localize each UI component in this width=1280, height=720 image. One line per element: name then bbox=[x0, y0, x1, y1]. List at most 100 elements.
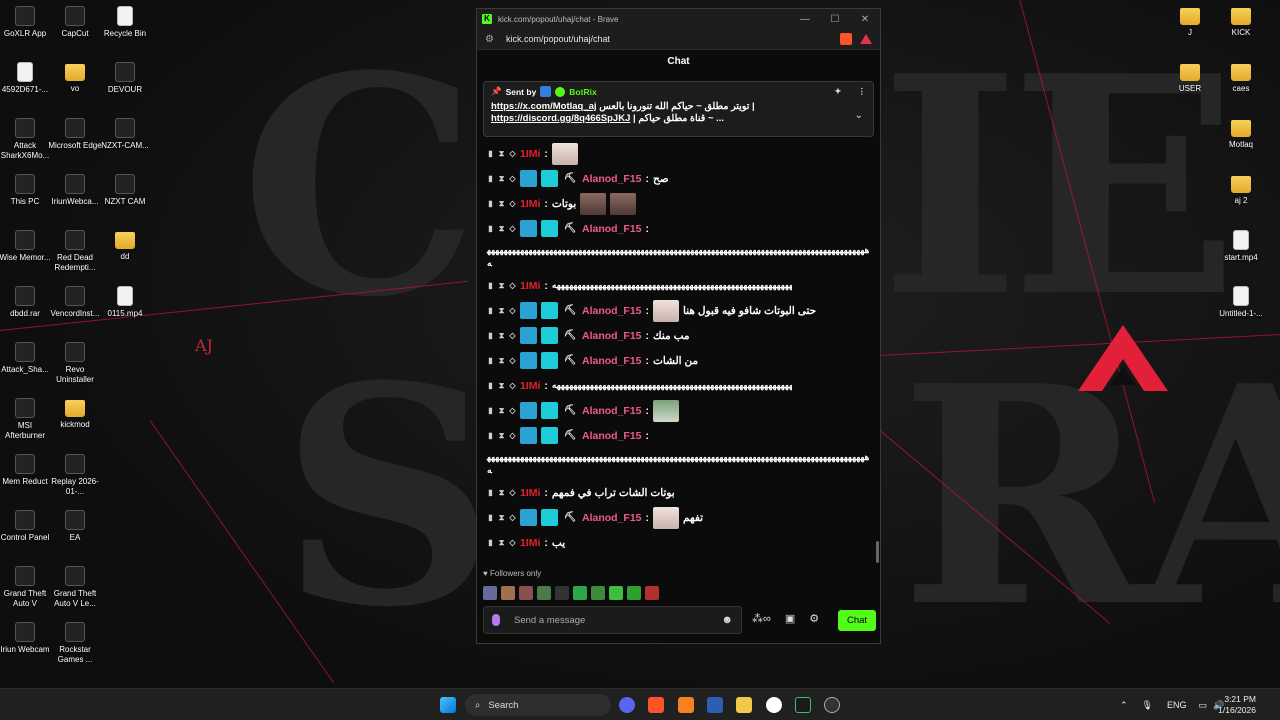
pinned-link-discord[interactable]: https://discord.gg/8q466SpJKJ bbox=[491, 113, 630, 124]
app-icon[interactable] bbox=[824, 697, 840, 713]
chat-username[interactable]: Alanod_F15 bbox=[582, 512, 642, 524]
emote-icon[interactable] bbox=[645, 586, 659, 600]
desktop-icon[interactable]: KICK bbox=[1214, 6, 1268, 38]
chat-username[interactable]: Alanod_F15 bbox=[582, 355, 642, 367]
chevron-up-icon[interactable]: ⌃ bbox=[1120, 700, 1128, 711]
start-icon[interactable] bbox=[440, 697, 456, 713]
emoji-icon[interactable]: ☻ bbox=[721, 614, 733, 626]
pinned-message[interactable]: 📌 Sent by BotRix ✦ ⋮ https://x.com/Motla… bbox=[483, 81, 874, 137]
desktop-icon[interactable]: Grand Theft Auto V Le... bbox=[48, 566, 102, 608]
desktop-icon[interactable]: vo bbox=[48, 62, 102, 94]
desktop-icon[interactable]: Wise Memor... bbox=[0, 230, 52, 263]
file-explorer-icon[interactable] bbox=[736, 697, 752, 713]
chat-message[interactable]: ▮ ⧗ ◇ ⛏ Alanod_F15: bbox=[487, 398, 870, 423]
chat-message[interactable]: ▮ ⧗ ◇ 1IMi: يب bbox=[487, 530, 870, 555]
close-button[interactable]: ✕ bbox=[850, 14, 880, 25]
chat-username[interactable]: 1IMi bbox=[520, 487, 540, 499]
chat-username[interactable]: 1IMi bbox=[520, 148, 540, 160]
emote-icon[interactable] bbox=[591, 586, 605, 600]
brave-icon[interactable] bbox=[648, 697, 664, 713]
microphone-icon[interactable] bbox=[492, 614, 500, 626]
more-options-icon[interactable]: ⋮ bbox=[858, 86, 867, 97]
desktop-icon[interactable]: 0115.mp4 bbox=[98, 286, 152, 319]
chat-username[interactable]: 1IMi bbox=[520, 380, 540, 392]
unpin-icon[interactable]: ✦ bbox=[834, 86, 841, 97]
chat-message[interactable]: ▮ ⧗ ◇ 1IMi: هههههههههههههههههههههههههههههههه… bbox=[487, 273, 870, 298]
desktop-icon[interactable]: USER bbox=[1163, 62, 1217, 94]
send-chat-button[interactable]: Chat bbox=[838, 610, 876, 631]
chat-username[interactable]: Alanod_F15 bbox=[582, 430, 642, 442]
chat-message[interactable]: ▮ ⧗ ◇ ⛏ Alanod_F15: من الشات bbox=[487, 348, 870, 373]
chat-message[interactable]: ▮ ⧗ ◇ 1IMi: bbox=[487, 141, 870, 166]
gift-icon[interactable]: ▣ bbox=[785, 612, 795, 625]
chat-message[interactable]: ▮ ⧗ ◇ ⛏ Alanod_F15: حتى البوتات شافو فيه قبول… bbox=[487, 298, 870, 323]
emote-icon[interactable] bbox=[501, 586, 515, 600]
desktop-icon[interactable]: NZXT CAM bbox=[98, 174, 152, 207]
desktop-icon[interactable]: dd bbox=[98, 230, 152, 262]
desktop-icon[interactable]: aj 2 bbox=[1214, 174, 1268, 206]
desktop-icon[interactable]: This PC bbox=[0, 174, 52, 207]
chat-message[interactable]: ▮ ⧗ ◇ ⛏ Alanod_F15: صح bbox=[487, 166, 870, 191]
desktop-icon[interactable]: Untitled-1-... bbox=[1214, 286, 1268, 319]
desktop-icon[interactable]: VencordInst... bbox=[48, 286, 102, 319]
goxlr-icon[interactable] bbox=[795, 697, 811, 713]
desktop-icon[interactable]: Motlaq bbox=[1214, 118, 1268, 150]
emote-icon[interactable] bbox=[519, 586, 533, 600]
desktop-icon[interactable]: IriunWebca... bbox=[48, 174, 102, 207]
app-icon[interactable] bbox=[678, 697, 694, 713]
desktop-icon[interactable]: J bbox=[1163, 6, 1217, 38]
app-icon[interactable] bbox=[707, 697, 723, 713]
chat-message[interactable]: ▮ ⧗ ◇ ⛏ Alanod_F15: تفهم bbox=[487, 505, 870, 530]
chat-username[interactable]: 1IMi bbox=[520, 280, 540, 292]
chevron-down-icon[interactable]: ⌄ bbox=[855, 110, 863, 121]
desktop-icon[interactable]: Revo Uninstaller bbox=[48, 342, 102, 384]
emote-icon[interactable] bbox=[483, 586, 497, 600]
iriun-icon[interactable] bbox=[766, 697, 782, 713]
message-placeholder[interactable]: Send a message bbox=[514, 615, 585, 626]
minimize-button[interactable]: — bbox=[790, 14, 820, 25]
scrollbar[interactable] bbox=[876, 541, 879, 563]
url-text[interactable]: kick.com/popout/uhaj/chat bbox=[506, 34, 610, 44]
address-bar[interactable]: ⚙ kick.com/popout/uhaj/chat bbox=[477, 29, 880, 50]
chat-username[interactable]: 1IMi bbox=[520, 537, 540, 549]
desktop-icon[interactable]: Control Panel bbox=[0, 510, 52, 543]
microphone-icon[interactable]: 🎙 bbox=[1142, 700, 1153, 711]
chat-username[interactable]: Alanod_F15 bbox=[582, 330, 642, 342]
brave-rewards-icon[interactable] bbox=[860, 34, 872, 44]
chat-username[interactable]: Alanod_F15 bbox=[582, 223, 642, 235]
desktop-icon[interactable]: Grand Theft Auto V bbox=[0, 566, 52, 608]
chat-message[interactable]: ▮ ⧗ ◇ 1IMi: بوتات bbox=[487, 191, 870, 216]
clock[interactable]: 3:21 PM 1/16/2026 bbox=[1218, 694, 1256, 716]
site-settings-icon[interactable]: ⚙ bbox=[485, 34, 494, 45]
quick-emotes[interactable] bbox=[483, 586, 659, 600]
desktop-icon[interactable]: Attack SharkX6Mo... bbox=[0, 118, 52, 160]
emote-icon[interactable] bbox=[555, 586, 569, 600]
desktop-icon[interactable]: NZXT-CAM... bbox=[98, 118, 152, 151]
desktop-icon[interactable]: Iriun Webcam bbox=[0, 622, 52, 655]
settings-icon[interactable]: ⚙ bbox=[809, 612, 819, 625]
pinned-link-x[interactable]: https://x.com/Motlaq_aj bbox=[491, 101, 597, 112]
desktop-icon[interactable]: CapCut bbox=[48, 6, 102, 39]
desktop-icon[interactable]: start.mp4 bbox=[1214, 230, 1268, 263]
chat-username[interactable]: Alanod_F15 bbox=[582, 173, 642, 185]
emote-icon[interactable] bbox=[537, 586, 551, 600]
message-input[interactable]: Send a message ☻ bbox=[483, 606, 742, 634]
chat-message[interactable]: ▮ ⧗ ◇ 1IMi: بوتات الشات تراب في فمهم bbox=[487, 480, 870, 505]
search-box[interactable]: ⌕ Search bbox=[465, 694, 611, 716]
desktop-icon[interactable]: kickmod bbox=[48, 398, 102, 430]
emote-icon[interactable] bbox=[609, 586, 623, 600]
desktop-icon[interactable]: caes bbox=[1214, 62, 1268, 94]
chat-username[interactable]: Alanod_F15 bbox=[582, 405, 642, 417]
desktop-icon[interactable]: Recycle Bin bbox=[98, 6, 152, 39]
language-indicator[interactable]: ENG bbox=[1167, 700, 1187, 710]
emote-icon[interactable] bbox=[627, 586, 641, 600]
desktop-icon[interactable]: Attack_Sha... bbox=[0, 342, 52, 375]
desktop-icon[interactable]: EA bbox=[48, 510, 102, 543]
desktop-icon[interactable]: Rockstar Games ... bbox=[48, 622, 102, 664]
desktop-icon[interactable]: Red Dead Redempti... bbox=[48, 230, 102, 272]
chat-messages[interactable]: ▮ ⧗ ◇ 1IMi: ▮ ⧗ ◇ ⛏ Alanod_F15: صح ▮ ⧗ ◇ 1IMi: بوتات ▮ ⧗… bbox=[477, 75, 880, 571]
desktop-icon[interactable]: Microsoft Edge bbox=[48, 118, 102, 151]
bot-name[interactable]: BotRix bbox=[569, 87, 596, 97]
chat-message[interactable]: ▮ ⧗ ◇ 1IMi: هههههههههههههههههههههههههههههههه… bbox=[487, 373, 870, 398]
desktop-icon[interactable]: MSI Afterburner bbox=[0, 398, 52, 440]
